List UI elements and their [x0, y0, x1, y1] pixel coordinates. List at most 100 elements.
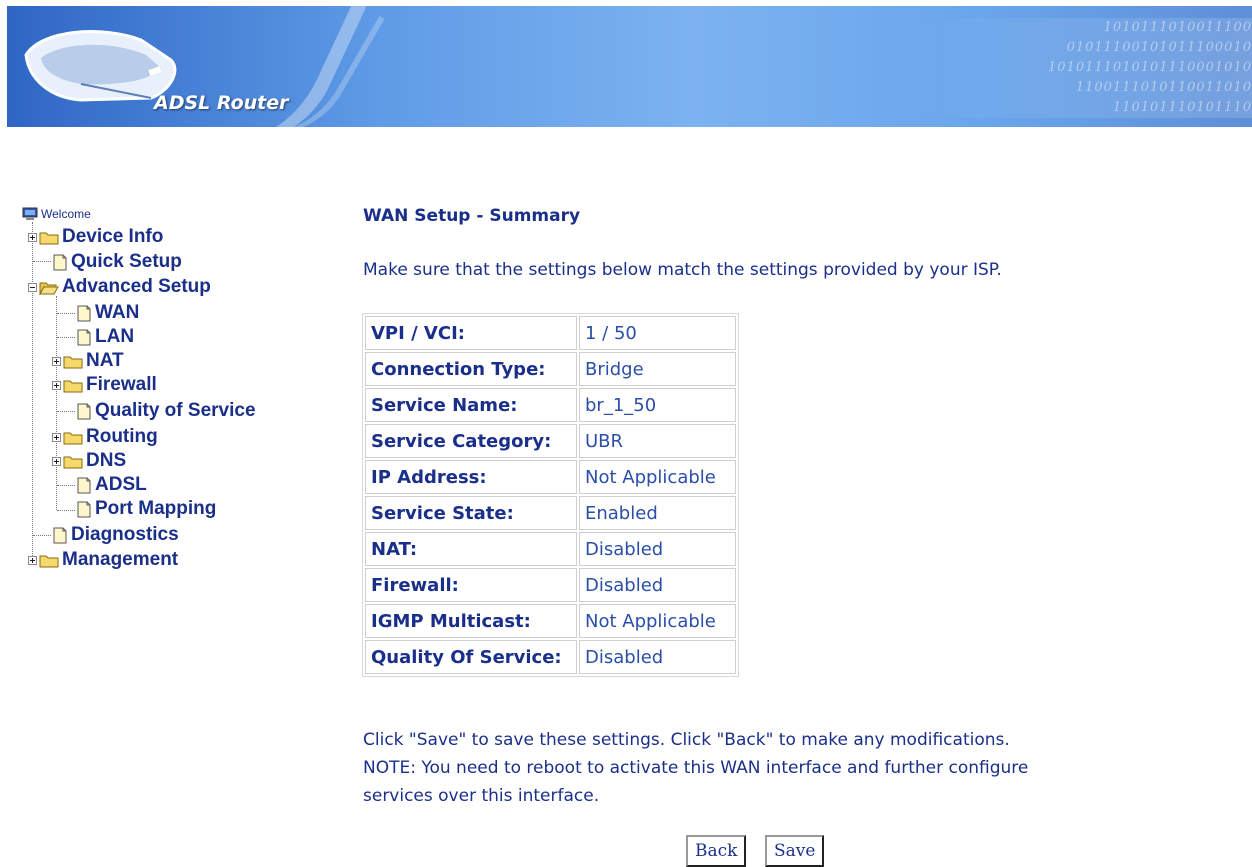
row-key: Service Name: — [365, 388, 577, 422]
binary-line: 1100111010110011010 — [1075, 80, 1252, 95]
tree-line — [57, 337, 75, 338]
banner-binary-pattern: 1010111010011100 01011100101011100010 10… — [912, 18, 1252, 118]
table-row: IP Address: Not Applicable — [365, 460, 736, 494]
sidebar-item-port-mapping[interactable]: Port Mapping — [76, 498, 216, 520]
sidebar-item-quick-setup[interactable]: Quick Setup — [52, 251, 182, 273]
expand-icon[interactable] — [52, 380, 61, 390]
document-icon — [52, 527, 68, 544]
row-key: Service Category: — [365, 424, 577, 458]
sidebar-item-firewall[interactable]: Firewall — [52, 374, 157, 396]
table-row: Quality Of Service: Disabled — [365, 640, 736, 674]
back-button[interactable]: Back — [686, 835, 747, 867]
instructions-note: Click "Save" to save these settings. Cli… — [363, 726, 1163, 810]
expand-icon[interactable] — [52, 432, 61, 442]
table-row: Firewall: Disabled — [365, 568, 736, 602]
sidebar-item-label: Routing — [86, 426, 158, 447]
expand-icon[interactable] — [28, 555, 37, 565]
sidebar-item-diagnostics[interactable]: Diagnostics — [52, 524, 179, 546]
save-button[interactable]: Save — [765, 835, 825, 867]
sidebar-item-label: Port Mapping — [95, 498, 217, 519]
sidebar-item-label: Advanced Setup — [62, 276, 211, 297]
sidebar-item-nat[interactable]: NAT — [52, 350, 124, 372]
table-row: IGMP Multicast: Not Applicable — [365, 604, 736, 638]
sidebar-item-routing[interactable]: Routing — [52, 426, 158, 448]
row-value: Not Applicable — [579, 460, 736, 494]
folder-icon — [39, 553, 59, 568]
sidebar-item-label: Welcome — [41, 207, 91, 221]
row-key: Service State: — [365, 496, 577, 530]
row-value: br_1_50 — [579, 388, 736, 422]
binary-line: 1010111010011100 — [1103, 20, 1252, 35]
row-key: Quality Of Service: — [365, 640, 577, 674]
sidebar-item-management[interactable]: Management — [28, 549, 178, 571]
intro-text: Make sure that the settings below match … — [363, 260, 1002, 280]
sidebar-item-label: WAN — [95, 302, 140, 323]
folder-icon — [63, 454, 83, 469]
tree-line — [33, 261, 51, 262]
expand-icon[interactable] — [52, 356, 61, 366]
folder-open-icon — [39, 280, 59, 295]
sidebar-item-label: Quality of Service — [95, 400, 256, 421]
header-banner: 1010111010011100 01011100101011100010 10… — [7, 6, 1252, 127]
sidebar-item-label: Device Info — [62, 226, 164, 247]
sidebar-item-quality-of-service[interactable]: Quality of Service — [76, 400, 256, 422]
binary-line: 01011100101011100010 — [1066, 40, 1252, 55]
row-value: 1 / 50 — [579, 316, 736, 350]
collapse-icon[interactable] — [28, 282, 37, 292]
folder-icon — [63, 378, 83, 393]
sidebar-item-label: Management — [62, 549, 179, 570]
computer-icon — [22, 207, 38, 220]
document-icon — [76, 501, 92, 518]
binary-line: 1010111010101110001010 — [1048, 60, 1252, 75]
tree-line — [57, 510, 75, 511]
table-row: VPI / VCI: 1 / 50 — [365, 316, 736, 350]
folder-icon — [39, 230, 59, 245]
row-value: Disabled — [579, 568, 736, 602]
sidebar-item-adsl[interactable]: ADSL — [76, 474, 147, 496]
expand-icon[interactable] — [52, 456, 61, 466]
tree-line — [33, 535, 51, 536]
tree-line — [57, 411, 75, 412]
folder-icon — [63, 430, 83, 445]
tree-line — [57, 485, 75, 486]
page-title: WAN Setup - Summary — [363, 206, 581, 226]
tree-line — [57, 313, 75, 314]
table-row: Service State: Enabled — [365, 496, 736, 530]
row-value: UBR — [579, 424, 736, 458]
tree-line — [56, 296, 57, 510]
sidebar-item-label: Firewall — [86, 374, 157, 395]
document-icon — [76, 329, 92, 346]
document-icon — [76, 403, 92, 420]
row-key: IP Address: — [365, 460, 577, 494]
binary-line: 110101110101110 — [1112, 100, 1252, 115]
row-value: Enabled — [579, 496, 736, 530]
sidebar-item-label: Diagnostics — [71, 524, 179, 545]
tree-line — [32, 222, 33, 562]
sidebar-item-lan[interactable]: LAN — [76, 326, 134, 348]
document-icon — [52, 254, 68, 271]
sidebar-item-welcome[interactable]: Welcome — [22, 203, 91, 225]
row-value: Disabled — [579, 532, 736, 566]
sidebar-item-device-info[interactable]: Device Info — [28, 226, 163, 248]
sidebar-item-advanced-setup[interactable]: Advanced Setup — [28, 276, 211, 298]
sidebar-item-dns[interactable]: DNS — [52, 450, 126, 472]
sidebar-item-wan[interactable]: WAN — [76, 302, 139, 324]
row-value: Disabled — [579, 640, 736, 674]
table-row: Connection Type: Bridge — [365, 352, 736, 386]
document-icon — [76, 477, 92, 494]
note-line: Click "Save" to save these settings. Cli… — [363, 730, 1010, 750]
document-icon — [76, 305, 92, 322]
table-row: Service Category: UBR — [365, 424, 736, 458]
row-key: NAT: — [365, 532, 577, 566]
sidebar-item-label: ADSL — [95, 474, 147, 495]
row-value: Not Applicable — [579, 604, 736, 638]
folder-icon — [63, 354, 83, 369]
expand-icon[interactable] — [28, 232, 37, 242]
summary-table: VPI / VCI: 1 / 50 Connection Type: Bridg… — [362, 313, 739, 677]
sidebar-item-label: NAT — [86, 350, 124, 371]
row-key: Connection Type: — [365, 352, 577, 386]
table-row: NAT: Disabled — [365, 532, 736, 566]
sidebar-item-label: LAN — [95, 326, 135, 347]
note-line: NOTE: You need to reboot to activate thi… — [363, 758, 1029, 778]
table-row: Service Name: br_1_50 — [365, 388, 736, 422]
